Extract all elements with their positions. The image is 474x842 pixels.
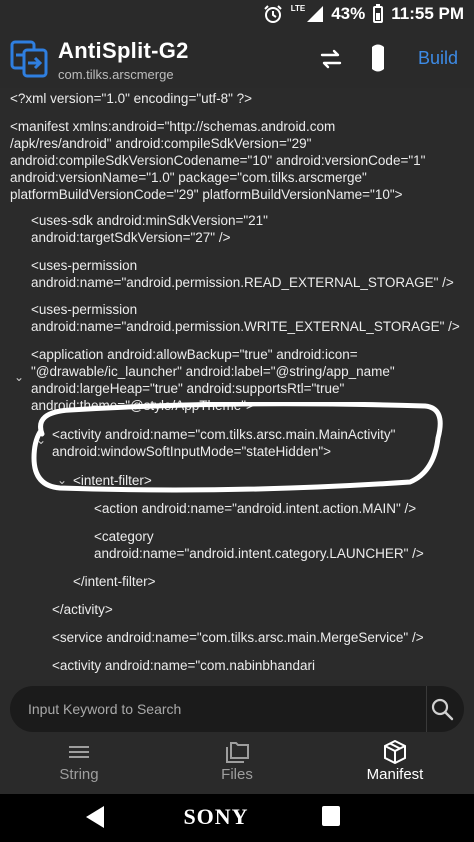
network-type: LTE	[290, 3, 306, 13]
build-button[interactable]: Build	[418, 48, 458, 69]
annotation-circle	[31, 402, 443, 493]
code-line: android:name="android.permission.WRITE_E…	[31, 319, 460, 334]
search-divider	[426, 686, 427, 732]
tab-label: String	[59, 766, 99, 783]
code-line: <uses-sdk android:minSdkVersion="21"	[31, 213, 268, 228]
code-line: android:largeHeap="true" android:support…	[31, 381, 345, 396]
code-line: <application android:allowBackup="true" …	[31, 347, 358, 362]
code-line: <action android:name="android.intent.act…	[94, 501, 417, 516]
code-line: <activity android:name="com.nabinbhandar…	[52, 658, 315, 673]
signal-icon	[307, 6, 324, 22]
code-line: </intent-filter>	[73, 574, 156, 589]
app-bar: AntiSplit-G2 com.tilks.arscmerge Build	[0, 30, 474, 88]
search-box	[10, 686, 464, 732]
code-line: /apk/res/android" android:compileSdkVers…	[10, 136, 312, 151]
code-line: android:name="android.intent.category.LA…	[94, 546, 424, 561]
code-line: <uses-permission	[31, 258, 138, 273]
search-icon[interactable]	[430, 697, 454, 721]
app-title: AntiSplit-G2	[58, 38, 189, 63]
collapse-chevron-icon[interactable]: ⌄	[14, 370, 24, 384]
code-line: android:targetSdkVersion="27" />	[31, 230, 231, 245]
code-line: "@drawable/ic_launcher" android:label="@…	[31, 364, 395, 379]
status-icons: LTE 43% 11:55 PM	[263, 3, 464, 24]
folders-icon	[226, 742, 249, 763]
status-time: 11:55 PM	[391, 4, 464, 23]
app-package-name: com.tilks.arscmerge	[58, 67, 174, 82]
tab-label: Files	[221, 766, 253, 783]
battery-percent: 43%	[331, 4, 366, 23]
recent-apps-icon[interactable]	[322, 806, 340, 826]
brand-logo: SONY	[183, 804, 249, 829]
search-input[interactable]	[28, 686, 408, 732]
tab-files[interactable]: Files	[158, 736, 316, 794]
code-line: android:name="android.permission.READ_EX…	[31, 275, 454, 290]
manifest-code-view[interactable]: <?xml version="1.0" encoding="utf-8" ?> …	[0, 88, 474, 680]
status-bar: LTE 43% 11:55 PM	[0, 0, 474, 30]
battery-icon	[373, 3, 384, 23]
tab-string[interactable]: String	[0, 736, 158, 794]
code-line: platformBuildVersionCode="29" platformBu…	[10, 187, 403, 202]
sync-icon[interactable]	[318, 46, 344, 72]
app-logo-icon	[10, 40, 48, 78]
code-line: </activity>	[52, 602, 113, 617]
tab-manifest[interactable]: Manifest	[316, 736, 474, 794]
list-icon	[69, 746, 89, 758]
system-nav-bar: SONY	[0, 794, 474, 842]
code-line: <uses-permission	[31, 302, 138, 317]
tab-label: Manifest	[366, 766, 424, 783]
back-icon[interactable]	[84, 804, 106, 830]
device-icon[interactable]	[368, 43, 388, 73]
bottom-tab-bar: String Files Manifest	[0, 736, 474, 794]
code-line: android:compileSdkVersionCodename="10" a…	[10, 153, 426, 168]
code-line: <category	[94, 529, 154, 544]
search-bar	[0, 680, 474, 736]
code-line: android:versionName="1.0" package="com.t…	[10, 170, 367, 185]
code-line: <?xml version="1.0" encoding="utf-8" ?>	[10, 91, 253, 106]
package-icon	[384, 740, 406, 764]
code-line: <manifest xmlns:android="http://schemas.…	[10, 119, 336, 134]
alarm-icon	[263, 5, 282, 23]
code-line: <service android:name="com.tilks.arsc.ma…	[52, 630, 424, 645]
